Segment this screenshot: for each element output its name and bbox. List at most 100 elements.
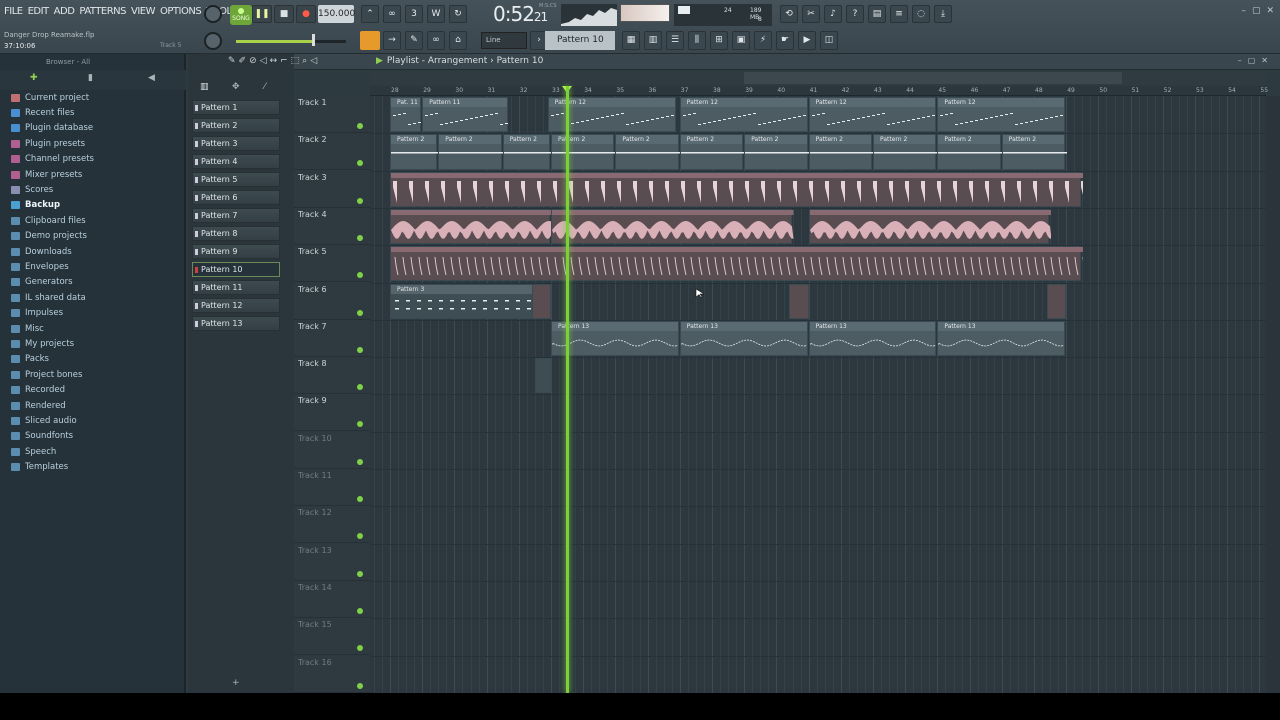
- track-header[interactable]: Track 14: [294, 581, 370, 618]
- wait-input-icon[interactable]: ∞: [383, 5, 401, 23]
- plugin-picker-icon[interactable]: ▣: [732, 31, 750, 50]
- playlist-maximize-icon[interactable]: ▢: [1248, 56, 1262, 65]
- picker-add-icon[interactable]: +: [232, 678, 240, 688]
- browser-icon[interactable]: ⊞: [710, 31, 728, 50]
- track-header[interactable]: Track 7: [294, 320, 370, 357]
- menu-item-options[interactable]: OPTIONS: [160, 6, 202, 22]
- track-mute-led-icon[interactable]: [357, 309, 363, 316]
- pattern-item[interactable]: Pattern 3: [192, 136, 280, 151]
- playlist-clip[interactable]: Pattern 11: [422, 97, 509, 133]
- render-icon[interactable]: ◫: [820, 31, 838, 50]
- browser-item-my-projects[interactable]: My projects: [11, 336, 74, 351]
- menu-item-file[interactable]: FILE: [4, 6, 23, 22]
- browser-item-clipboard-files[interactable]: Clipboard files: [11, 213, 86, 228]
- audio-clip[interactable]: [531, 283, 551, 319]
- tool-slip-icon[interactable]: ↔: [270, 56, 281, 66]
- master-volume-slider[interactable]: [236, 40, 346, 43]
- pattern-item[interactable]: Pattern 6: [192, 190, 280, 205]
- browser-item-generators[interactable]: Generators: [11, 275, 73, 290]
- pattern-item[interactable]: Pattern 12: [192, 298, 280, 313]
- playlist-clip[interactable]: Pattern 2: [679, 134, 746, 170]
- track-mute-led-icon[interactable]: [357, 123, 363, 129]
- tool-zoom-icon[interactable]: ⌕: [302, 56, 310, 66]
- browser-item-recorded[interactable]: Recorded: [11, 383, 65, 398]
- pattern-item[interactable]: Pattern 8: [192, 226, 280, 241]
- mixer-icon[interactable]: ≡: [890, 5, 908, 23]
- playlist-clip[interactable]: Pattern 12: [937, 97, 1066, 133]
- browser-item-current-project[interactable]: Current project: [11, 90, 89, 105]
- browser-item-speech[interactable]: Speech: [11, 444, 56, 459]
- picker-icon[interactable]: ▥: [200, 82, 209, 92]
- link-icon[interactable]: ∞: [427, 31, 445, 50]
- browser-item-demo-projects[interactable]: Demo projects: [11, 229, 87, 244]
- record-button[interactable]: ●: [296, 5, 316, 23]
- close-icon[interactable]: ✕: [1266, 6, 1274, 16]
- browser-add-icon[interactable]: ✚: [30, 73, 38, 83]
- track-mute-led-icon[interactable]: [357, 421, 363, 428]
- tool-paint-icon[interactable]: ✐: [239, 56, 250, 66]
- track-mute-led-icon[interactable]: [357, 346, 363, 353]
- playlist-clip[interactable]: Pattern 2: [615, 134, 681, 170]
- track-mute-led-icon[interactable]: [357, 234, 363, 241]
- playlist-clip[interactable]: Pattern 2: [744, 134, 810, 170]
- browser-item-rendered[interactable]: Rendered: [11, 398, 66, 413]
- track-mute-led-icon[interactable]: [357, 458, 363, 465]
- track-mute-led-icon[interactable]: [357, 160, 363, 167]
- tool-slice-icon[interactable]: ⌐: [280, 56, 291, 66]
- tool-pencil-icon[interactable]: ✎: [228, 56, 239, 66]
- tool-delete-icon[interactable]: ⊘: [249, 56, 260, 66]
- playlist-clip[interactable]: Pattern 12: [679, 97, 808, 133]
- audio-clip[interactable]: [808, 208, 1052, 245]
- playlist-clip[interactable]: Pattern 2: [937, 134, 1003, 170]
- step-edit-icon[interactable]: W: [427, 5, 445, 23]
- track-mute-led-icon[interactable]: [357, 645, 363, 652]
- pattern-item[interactable]: Pattern 11: [192, 280, 280, 295]
- audio-clip[interactable]: [551, 208, 794, 245]
- piano-roll-icon[interactable]: ▥: [644, 31, 662, 50]
- pattern-item[interactable]: Pattern 2: [192, 118, 280, 133]
- touch-keyboard-icon[interactable]: ☛: [776, 31, 794, 50]
- audio-clip[interactable]: [390, 246, 1084, 282]
- track-header[interactable]: Track 16: [294, 656, 370, 693]
- browser-item-envelopes[interactable]: Envelopes: [11, 259, 69, 274]
- browser-item-il-shared-data[interactable]: IL shared data: [11, 290, 86, 305]
- track-header[interactable]: Track 11: [294, 469, 370, 506]
- pattern-item[interactable]: Pattern 5: [192, 172, 280, 187]
- browser-item-soundfonts[interactable]: Soundfonts: [11, 429, 73, 444]
- track-header[interactable]: Track 2: [294, 133, 370, 171]
- track-mute-led-icon[interactable]: [357, 384, 363, 391]
- track-header[interactable]: Track 5: [294, 245, 370, 283]
- pattern-selector[interactable]: Pattern 10: [545, 31, 615, 50]
- save-icon[interactable]: ▤: [868, 5, 886, 23]
- browser-item-channel-presets[interactable]: Channel presets: [11, 152, 94, 167]
- track-mute-led-icon[interactable]: [357, 570, 363, 577]
- track-mute-led-icon[interactable]: [357, 496, 363, 502]
- menu-item-view[interactable]: VIEW: [131, 6, 156, 22]
- pencil-icon[interactable]: ✎: [405, 31, 423, 50]
- track-header[interactable]: Track 1: [294, 96, 370, 133]
- track-header[interactable]: Track 9: [294, 394, 370, 432]
- track-header[interactable]: Track 6: [294, 283, 370, 320]
- browser-item-templates[interactable]: Templates: [11, 460, 68, 475]
- song-mode-toggle[interactable]: SONG: [230, 5, 252, 25]
- track-mute-led-icon[interactable]: [357, 272, 363, 279]
- metronome-icon[interactable]: ⌃: [361, 5, 379, 23]
- stop-button[interactable]: ■: [274, 5, 294, 23]
- playlist-icon[interactable]: ▦: [622, 31, 640, 50]
- video-icon[interactable]: ▶: [798, 31, 816, 50]
- countdown-icon[interactable]: 3: [405, 5, 423, 23]
- browser-file-icon[interactable]: ▮: [88, 73, 93, 83]
- browser-item-backup[interactable]: Backup: [11, 198, 60, 213]
- audio-clip[interactable]: [390, 171, 1084, 207]
- tool-select-icon[interactable]: ⬚: [291, 56, 303, 66]
- track-mute-led-icon[interactable]: [357, 682, 363, 689]
- pattern-item[interactable]: Pattern 1: [192, 100, 280, 115]
- scrollbar-thumb[interactable]: [744, 72, 1122, 84]
- playlist-clip[interactable]: Pattern 2: [808, 134, 874, 170]
- master-pitch-knob[interactable]: [204, 32, 222, 50]
- playlist-clip[interactable]: Pattern 12: [808, 97, 937, 133]
- track-header[interactable]: Track 3: [294, 171, 370, 208]
- playlist-clip[interactable]: Pattern 2: [551, 134, 617, 170]
- browser-item-packs[interactable]: Packs: [11, 352, 49, 367]
- pattern-item[interactable]: Pattern 4: [192, 154, 280, 169]
